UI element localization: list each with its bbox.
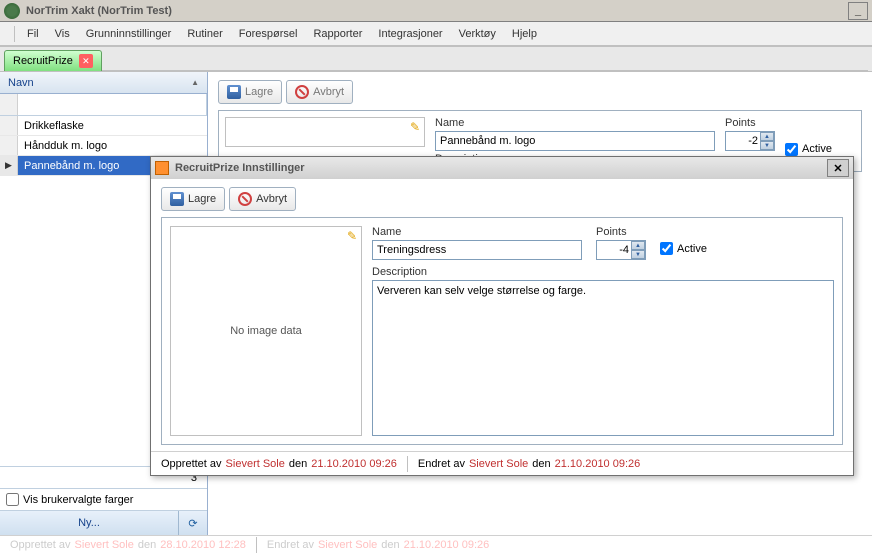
main-status-bar: Opprettet av Sievert Sole den 28.10.2010… — [0, 535, 872, 553]
refresh-icon: ⟳ — [188, 517, 197, 530]
new-button[interactable]: Ny... — [0, 511, 179, 535]
no-image-text: No image data — [230, 325, 302, 337]
modal-active-toggle[interactable]: Active — [660, 242, 707, 255]
modal-close-button[interactable]: ✕ — [827, 159, 849, 177]
active-checkbox[interactable] — [785, 143, 798, 156]
spinner-down-icon[interactable]: ▼ — [631, 250, 645, 259]
filter-row[interactable] — [0, 94, 207, 116]
modal-save-button[interactable]: Lagre — [161, 187, 225, 211]
modal-desc-input[interactable]: Ververen kan selv velge størrelse og far… — [372, 280, 834, 436]
menu-vis[interactable]: Vis — [47, 25, 78, 43]
tabbar: RecruitPrize ✕ — [0, 46, 872, 72]
user-colors-toggle[interactable]: Vis brukervalgte farger — [0, 489, 207, 511]
column-header-navn[interactable]: Navn ▲ — [0, 72, 207, 94]
list-item[interactable]: Drikkeflaske — [0, 116, 207, 136]
image-box[interactable]: ✎ — [225, 117, 425, 147]
modal-points-spinner[interactable]: ▲ ▼ — [631, 241, 645, 259]
modal-active-checkbox[interactable] — [660, 242, 673, 255]
modal-active-label: Active — [677, 243, 707, 255]
points-spinner[interactable]: ▲ ▼ — [760, 132, 774, 150]
active-label: Active — [802, 143, 832, 155]
menu-hjelp[interactable]: Hjelp — [504, 25, 545, 43]
menu-grunn[interactable]: Grunninnstillinger — [78, 25, 180, 43]
tab-recruitprize[interactable]: RecruitPrize ✕ — [4, 50, 102, 71]
current-row-icon: ▶ — [5, 160, 12, 171]
cancel-icon — [238, 192, 252, 206]
spinner-up-icon[interactable]: ▲ — [631, 241, 645, 250]
created-user: Sievert Sole — [226, 458, 285, 470]
name-label: Name — [435, 117, 715, 129]
minimize-button[interactable]: _ — [848, 2, 868, 20]
window-titlebar: NorTrim Xakt (NorTrim Test) _ — [0, 0, 872, 22]
spinner-up-icon[interactable]: ▲ — [760, 132, 774, 141]
modal-recruitprize-settings: RecruitPrize Innstillinger ✕ Lagre Avbry… — [150, 156, 854, 476]
menu-foresporsel[interactable]: Forespørsel — [231, 25, 306, 43]
menu-fil[interactable]: Fil — [19, 25, 47, 43]
cancel-button[interactable]: Avbryt — [286, 80, 353, 104]
list-item[interactable]: Håndduk m. logo — [0, 136, 207, 156]
menubar: Fil Vis Grunninnstillinger Rutiner Fores… — [0, 22, 872, 46]
column-header-label: Navn — [8, 77, 34, 89]
modal-points-label: Points — [596, 226, 646, 238]
spinner-down-icon[interactable]: ▼ — [760, 141, 774, 150]
app-icon — [4, 3, 20, 19]
modal-image-box[interactable]: ✎ No image data — [170, 226, 362, 436]
cancel-icon — [295, 85, 309, 99]
modal-icon — [155, 161, 169, 175]
user-colors-checkbox[interactable] — [6, 493, 19, 506]
menu-verktoy[interactable]: Verktøy — [451, 25, 504, 43]
modal-form: ✎ No image data Name Points ▲ — [161, 217, 843, 445]
menu-rapporter[interactable]: Rapporter — [305, 25, 370, 43]
tab-label: RecruitPrize — [13, 55, 73, 67]
name-input[interactable] — [435, 131, 715, 151]
modal-cancel-button[interactable]: Avbryt — [229, 187, 296, 211]
tab-close-icon[interactable]: ✕ — [79, 54, 93, 68]
window-title: NorTrim Xakt (NorTrim Test) — [26, 5, 846, 17]
save-icon — [170, 192, 184, 206]
modal-titlebar[interactable]: RecruitPrize Innstillinger ✕ — [151, 157, 853, 179]
modified-user: Sievert Sole — [469, 458, 528, 470]
modal-name-label: Name — [372, 226, 582, 238]
points-label: Points — [725, 117, 775, 129]
menu-integrasjoner[interactable]: Integrasjoner — [370, 25, 450, 43]
modal-toolbar: Lagre Avbryt — [161, 185, 843, 213]
user-colors-label: Vis brukervalgte farger — [23, 494, 133, 506]
main-toolbar: Lagre Avbryt — [218, 78, 862, 106]
sort-indicator-icon: ▲ — [191, 78, 199, 87]
modal-status-bar: Opprettet av Sievert Sole den 21.10.2010… — [151, 451, 853, 475]
modal-name-input[interactable] — [372, 240, 582, 260]
modal-title: RecruitPrize Innstillinger — [175, 162, 827, 174]
created-date: 21.10.2010 09:26 — [311, 458, 397, 470]
menu-rutiner[interactable]: Rutiner — [179, 25, 230, 43]
modal-desc-label: Description — [372, 266, 834, 278]
refresh-button[interactable]: ⟳ — [179, 511, 207, 535]
modified-date: 21.10.2010 09:26 — [555, 458, 641, 470]
edit-image-icon[interactable]: ✎ — [347, 229, 357, 243]
edit-image-icon[interactable]: ✎ — [410, 120, 420, 134]
save-icon — [227, 85, 241, 99]
save-button[interactable]: Lagre — [218, 80, 282, 104]
